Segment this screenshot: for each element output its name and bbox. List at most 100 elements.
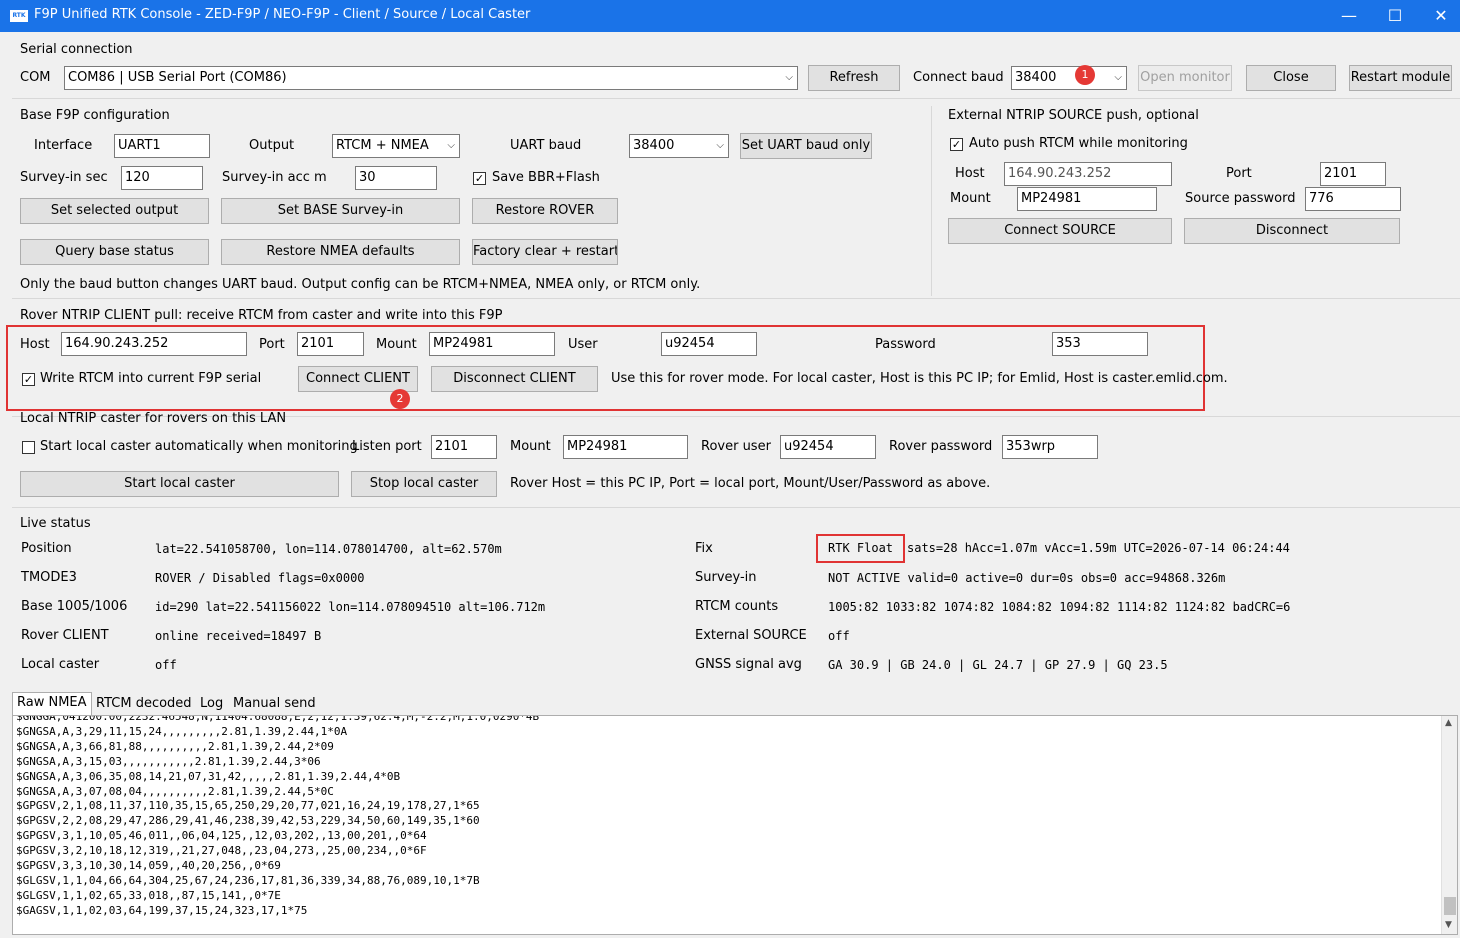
client-mount-label: Mount bbox=[376, 337, 417, 352]
close-icon: ✕ bbox=[1434, 6, 1448, 25]
output-select[interactable]: RTCM + NMEA ⌵ bbox=[332, 134, 460, 158]
live-value: online received=18497 B bbox=[155, 629, 322, 643]
write-rtcm-checkbox[interactable]: ✓ bbox=[22, 373, 35, 386]
connect-baud-value: 38400 bbox=[1015, 70, 1057, 85]
close-window-button[interactable]: ✕ bbox=[1418, 0, 1460, 32]
factory-clear-button[interactable]: Factory clear + restart bbox=[472, 239, 618, 265]
tab-rtcm-decoded[interactable]: RTCM decoded bbox=[92, 694, 196, 716]
vertical-scrollbar[interactable]: ▲ ▼ bbox=[1441, 716, 1457, 934]
interface-field[interactable]: UART1 bbox=[114, 134, 210, 158]
uart-baud-label: UART baud bbox=[510, 138, 582, 153]
live-value: lat=22.541058700, lon=114.078014700, alt… bbox=[155, 542, 502, 556]
nmea-output[interactable]: $GNGGA,041200.00,2232.46548,N,11404.6808… bbox=[12, 715, 1458, 935]
fix-label: Fix bbox=[695, 541, 713, 556]
client-password-field[interactable]: 353 bbox=[1052, 332, 1148, 356]
auto-start-caster-checkbox[interactable] bbox=[22, 441, 35, 454]
nmea-line: $GPGSV,3,2,10,18,12,319,,21,27,048,,23,0… bbox=[16, 844, 427, 858]
divider bbox=[931, 106, 932, 296]
client-port-field[interactable]: 2101 bbox=[297, 332, 364, 356]
listen-port-label: Listen port bbox=[352, 439, 422, 454]
set-base-survey-button[interactable]: Set BASE Survey-in bbox=[221, 198, 460, 224]
stop-local-caster-button[interactable]: Stop local caster bbox=[351, 471, 497, 497]
auto-push-label: Auto push RTCM while monitoring bbox=[969, 136, 1188, 151]
survey-sec-field[interactable]: 120 bbox=[121, 166, 203, 190]
scroll-up-icon[interactable]: ▲ bbox=[1445, 718, 1452, 728]
base-note: Only the baud button changes UART baud. … bbox=[20, 277, 701, 292]
output-label: Output bbox=[249, 138, 295, 153]
restart-module-button[interactable]: Restart module bbox=[1349, 65, 1452, 91]
uart-baud-select[interactable]: 38400 ⌵ bbox=[629, 134, 729, 158]
open-monitor-button[interactable]: Open monitor bbox=[1138, 65, 1232, 91]
live-label: Position bbox=[21, 541, 72, 556]
survey-acc-field[interactable]: 30 bbox=[355, 166, 437, 190]
live-value: NOT ACTIVE valid=0 active=0 dur=0s obs=0… bbox=[828, 571, 1226, 585]
caster-note: Rover Host = this PC IP, Port = local po… bbox=[510, 476, 991, 491]
set-selected-output-button[interactable]: Set selected output bbox=[20, 198, 209, 224]
scroll-down-icon[interactable]: ▼ bbox=[1445, 920, 1452, 930]
annotation-badge-1: 1 bbox=[1075, 65, 1095, 85]
live-section-title: Live status bbox=[20, 516, 91, 531]
refresh-button[interactable]: Refresh bbox=[808, 65, 900, 91]
client-port-label: Port bbox=[259, 337, 285, 352]
auto-push-checkbox[interactable]: ✓ bbox=[950, 138, 963, 151]
restore-rover-button[interactable]: Restore ROVER bbox=[472, 198, 618, 224]
live-value: id=290 lat=22.541156022 lon=114.07809451… bbox=[155, 600, 546, 614]
live-value: GA 30.9 | GB 24.0 | GL 24.7 | GP 27.9 | … bbox=[828, 658, 1168, 672]
disconnect-client-button[interactable]: Disconnect CLIENT bbox=[431, 366, 598, 392]
nmea-line: $GNGSA,A,3,66,81,88,,,,,,,,,,2.81,1.39,2… bbox=[16, 739, 334, 753]
source-host-label: Host bbox=[955, 166, 985, 181]
start-local-caster-button[interactable]: Start local caster bbox=[20, 471, 339, 497]
source-host-field[interactable]: 164.90.243.252 bbox=[1004, 162, 1172, 186]
client-host-label: Host bbox=[20, 337, 50, 352]
nmea-lines: $GNGGA,041200.00,2232.46548,N,11404.6808… bbox=[13, 715, 1438, 919]
auto-start-caster-label: Start local caster automatically when mo… bbox=[40, 439, 358, 454]
restore-nmea-defaults-button[interactable]: Restore NMEA defaults bbox=[221, 239, 460, 265]
chevron-down-icon: ⌵ bbox=[447, 140, 455, 151]
live-label: Local caster bbox=[21, 657, 100, 672]
source-port-label: Port bbox=[1226, 166, 1252, 181]
com-port-value: COM86 | USB Serial Port (COM86) bbox=[68, 70, 287, 85]
tab-manual-send[interactable]: Manual send bbox=[229, 694, 317, 716]
close-button[interactable]: Close bbox=[1246, 65, 1336, 91]
maximize-button[interactable]: ☐ bbox=[1372, 0, 1418, 32]
client-host-field[interactable]: 164.90.243.252 bbox=[61, 332, 247, 356]
rover-password-label: Rover password bbox=[889, 439, 993, 454]
rover-user-field[interactable]: u92454 bbox=[780, 435, 876, 459]
com-label: COM bbox=[20, 70, 51, 85]
source-mount-field[interactable]: MP24981 bbox=[1017, 187, 1157, 211]
uart-baud-value: 38400 bbox=[633, 138, 675, 153]
rover-password-field[interactable]: 353wrp bbox=[1002, 435, 1098, 459]
client-user-field[interactable]: u92454 bbox=[661, 332, 757, 356]
scrollbar-thumb[interactable] bbox=[1444, 897, 1456, 915]
window-title: F9P Unified RTK Console - ZED-F9P / NEO-… bbox=[34, 7, 531, 22]
minimize-icon: — bbox=[1341, 6, 1357, 25]
save-bbr-checkbox[interactable]: ✓ bbox=[473, 172, 486, 185]
write-rtcm-label: Write RTCM into current F9P serial bbox=[40, 371, 262, 386]
disconnect-source-button[interactable]: Disconnect bbox=[1184, 218, 1400, 244]
live-label: TMODE3 bbox=[21, 570, 77, 585]
nmea-line: $GPGSV,3,3,10,30,14,059,,40,20,256,,0*69 bbox=[16, 859, 281, 873]
app-icon: RTK bbox=[10, 10, 28, 22]
maximize-icon: ☐ bbox=[1387, 6, 1403, 25]
live-label: Rover CLIENT bbox=[21, 628, 109, 643]
nmea-line: $GLGSV,1,1,02,65,33,018,,87,15,141,,0*7E bbox=[16, 888, 281, 902]
caster-mount-field[interactable]: MP24981 bbox=[563, 435, 688, 459]
listen-port-field[interactable]: 2101 bbox=[431, 435, 497, 459]
source-password-field[interactable]: 776 bbox=[1305, 187, 1401, 211]
client-section-title: Rover NTRIP CLIENT pull: receive RTCM fr… bbox=[20, 308, 503, 323]
client-mount-field[interactable]: MP24981 bbox=[429, 332, 555, 356]
source-port-field[interactable]: 2101 bbox=[1320, 162, 1386, 186]
connect-source-button[interactable]: Connect SOURCE bbox=[948, 218, 1172, 244]
tab-raw-nmea[interactable]: Raw NMEA bbox=[12, 692, 92, 716]
tab-log[interactable]: Log bbox=[196, 694, 229, 716]
com-port-select[interactable]: COM86 | USB Serial Port (COM86) ⌵ bbox=[64, 66, 798, 90]
connect-baud-select[interactable]: 38400 ⌵ bbox=[1011, 66, 1127, 90]
minimize-button[interactable]: — bbox=[1326, 0, 1372, 32]
set-uart-baud-only-button[interactable]: Set UART baud only bbox=[740, 133, 872, 159]
annotation-badge-2: 2 bbox=[390, 389, 410, 409]
nmea-line: $GNGSA,A,3,29,11,15,24,,,,,,,,,2.81,1.39… bbox=[16, 724, 348, 738]
live-value: ROVER / Disabled flags=0x0000 bbox=[155, 571, 365, 585]
query-base-status-button[interactable]: Query base status bbox=[20, 239, 209, 265]
nmea-line: $GNGGA,041200.00,2232.46548,N,11404.6808… bbox=[16, 715, 540, 723]
nmea-line: $GNGSA,A,3,15,03,,,,,,,,,,,2.81,1.39,2.4… bbox=[16, 754, 321, 768]
